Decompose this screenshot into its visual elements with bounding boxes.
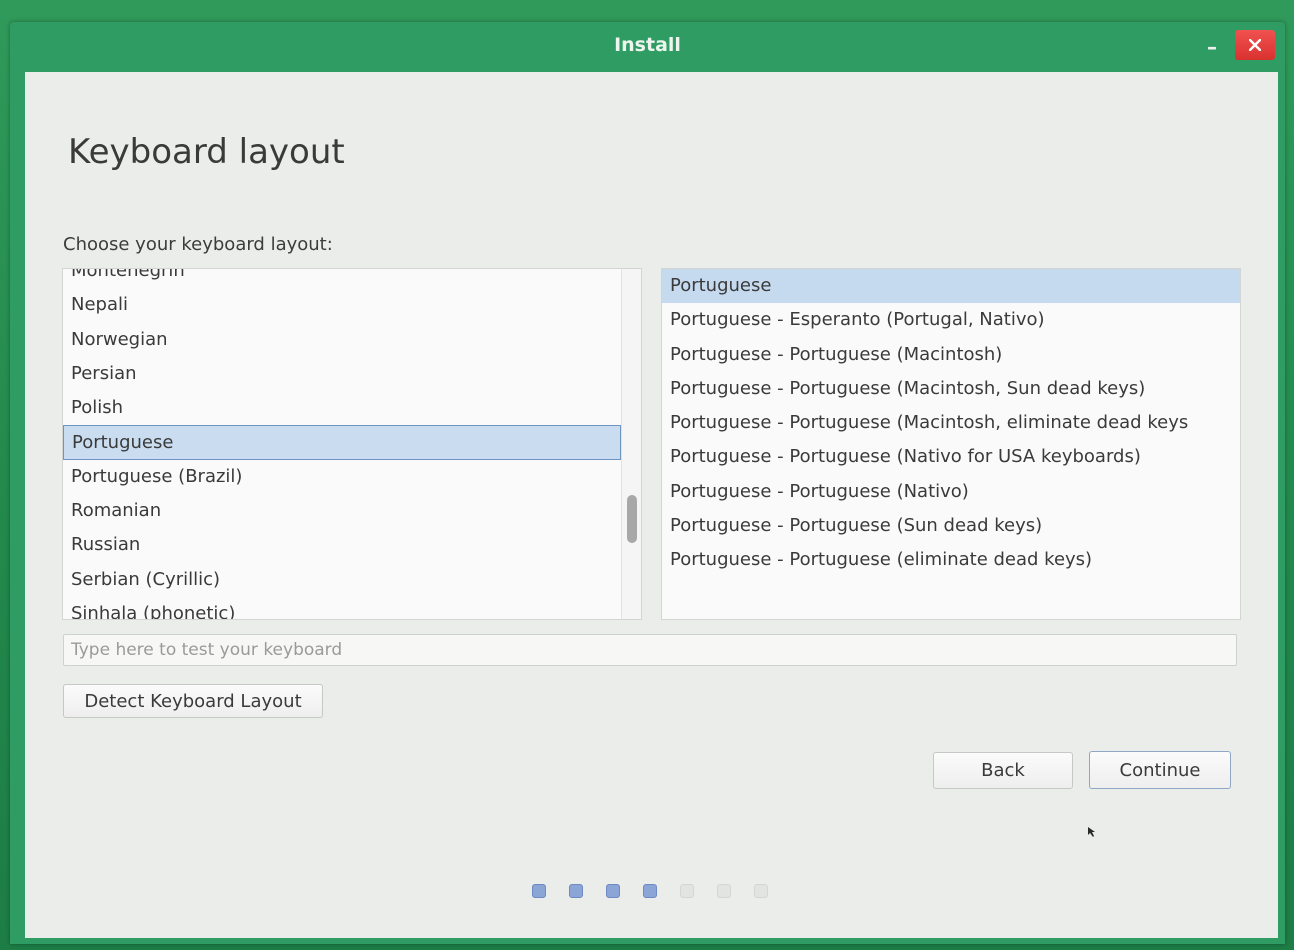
minimize-button[interactable]: – xyxy=(1203,36,1221,58)
variant-list-item[interactable]: Portuguese - Portuguese (Nativo for USA … xyxy=(662,440,1240,474)
install-progress-indicator xyxy=(532,884,791,900)
window-title: Install xyxy=(614,34,681,56)
desktop: Install – Keyboard layout Choose your ke… xyxy=(0,0,1294,950)
variant-list-item[interactable]: Portuguese - Portuguese (Macintosh) xyxy=(662,338,1240,372)
variant-list-item[interactable]: Portuguese - Portuguese (eliminate dead … xyxy=(662,543,1240,577)
progress-step-dot xyxy=(606,884,620,898)
progress-step-dot xyxy=(532,884,546,898)
close-button[interactable] xyxy=(1235,30,1275,60)
layout-list-item[interactable]: Nepali xyxy=(63,288,621,322)
page-title: Keyboard layout xyxy=(68,132,345,172)
progress-step-dot xyxy=(569,884,583,898)
detect-keyboard-layout-button[interactable]: Detect Keyboard Layout xyxy=(63,684,323,718)
progress-step-dot xyxy=(717,884,731,898)
layout-list-item[interactable]: Sinhala (phonetic) xyxy=(63,597,621,619)
variant-list-rows: Portuguese Portuguese - Esperanto (Portug… xyxy=(662,269,1240,578)
variant-list-item[interactable]: Portuguese xyxy=(662,269,1240,304)
layout-list-item[interactable]: Serbian (Cyrillic) xyxy=(63,563,621,597)
choose-layout-label: Choose your keyboard layout: xyxy=(63,234,333,255)
variant-list-item[interactable]: Portuguese - Portuguese (Sun dead keys) xyxy=(662,509,1240,543)
installer-window: Install – Keyboard layout Choose your ke… xyxy=(10,22,1285,944)
continue-button[interactable]: Continue xyxy=(1089,751,1231,789)
keyboard-layout-list[interactable]: Montenegrin Nepali Norwegian Persian Polish P… xyxy=(62,268,642,620)
back-button[interactable]: Back xyxy=(933,752,1073,789)
progress-step-dot xyxy=(680,884,694,898)
scrollbar-thumb[interactable] xyxy=(627,495,637,543)
installer-content: Keyboard layout Choose your keyboard lay… xyxy=(25,72,1278,938)
layout-list-item[interactable]: Portuguese xyxy=(63,425,621,460)
variant-list-item[interactable]: Portuguese - Esperanto (Portugal, Nativo… xyxy=(662,303,1240,337)
layout-list-item[interactable]: Polish xyxy=(63,391,621,425)
minimize-icon: – xyxy=(1207,35,1217,59)
layout-list-item[interactable]: Portuguese (Brazil) xyxy=(63,460,621,494)
variant-list-item[interactable]: Portuguese - Portuguese (Macintosh, Sun … xyxy=(662,372,1240,406)
title-bar[interactable]: Install – xyxy=(10,22,1285,72)
layout-list-rows: Montenegrin Nepali Norwegian Persian Polish P… xyxy=(63,269,621,619)
layout-list-item[interactable]: Russian xyxy=(63,528,621,562)
layout-list-item[interactable]: Norwegian xyxy=(63,323,621,357)
layout-list-scrollbar[interactable] xyxy=(621,269,641,619)
layout-list-item[interactable]: Persian xyxy=(63,357,621,391)
layout-list-item[interactable]: Montenegrin xyxy=(63,269,621,288)
progress-step-dot xyxy=(643,884,657,898)
progress-step-dot xyxy=(754,884,768,898)
close-icon xyxy=(1249,39,1261,51)
keyboard-test-input[interactable] xyxy=(63,634,1237,666)
variant-list-item[interactable]: Portuguese - Portuguese (Macintosh, elim… xyxy=(662,406,1240,440)
variant-list-item[interactable]: Portuguese - Portuguese (Nativo) xyxy=(662,475,1240,509)
layout-list-item[interactable]: Romanian xyxy=(63,494,621,528)
mouse-pointer-icon xyxy=(1088,827,1095,837)
keyboard-variant-list[interactable]: Portuguese Portuguese - Esperanto (Portug… xyxy=(661,268,1241,620)
